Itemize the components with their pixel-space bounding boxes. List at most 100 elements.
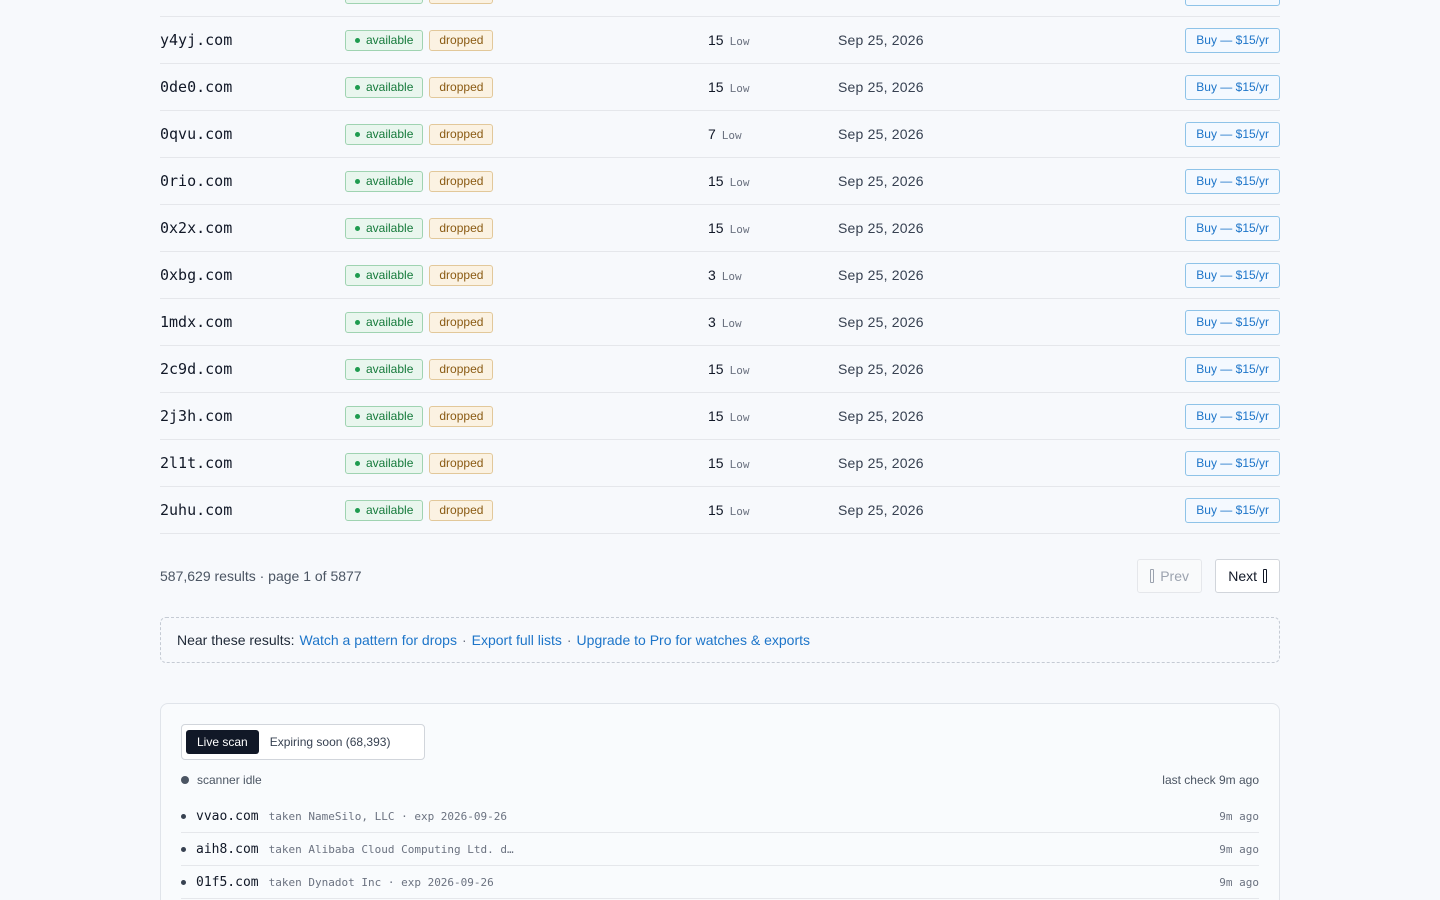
status-dot-icon <box>355 84 360 90</box>
available-badge: available <box>345 264 424 286</box>
bullet-icon <box>181 813 186 819</box>
expiry-date: Sep 25, 2026 <box>838 361 924 377</box>
expiry-date: Sep 25, 2026 <box>838 79 924 95</box>
score: 15 Low <box>708 408 750 424</box>
note-label: Near these results: <box>177 632 295 648</box>
dropped-badge: dropped <box>429 311 494 333</box>
status-dot-icon <box>355 272 360 278</box>
tab-live-scan[interactable]: Live scan <box>186 730 259 754</box>
feed-time: 9m ago <box>1219 875 1259 889</box>
score: 3 Low <box>708 314 742 330</box>
domain-name[interactable]: 0x2x.com <box>160 219 232 237</box>
domain-name[interactable]: 2uhu.com <box>160 501 232 519</box>
feed-info: taken NameSilo, LLC · exp 2026-09-26 <box>268 809 508 823</box>
domain-name[interactable]: 1mdx.com <box>160 313 232 331</box>
expiry-date: Sep 25, 2026 <box>838 455 924 471</box>
domain-name[interactable]: 2l1t.com <box>160 454 232 472</box>
list-item: vvao.com taken NameSilo, LLC · exp 2026-… <box>181 800 1259 833</box>
status-badges: available dropped <box>345 217 494 239</box>
table-row: 2uhu.com available dropped 15 Low Sep 25,… <box>160 487 1280 534</box>
status-badges: available dropped <box>345 123 494 145</box>
buy-button[interactable]: Buy — $15/yr <box>1185 121 1280 147</box>
domain-name[interactable]: y4yj.com <box>160 31 232 49</box>
table-row: 2l1t.com available dropped 15 Low Sep 25,… <box>160 440 1280 487</box>
available-badge: available <box>345 170 424 192</box>
domain-name[interactable]: 0rio.com <box>160 172 232 190</box>
status-badges: available dropped <box>345 264 494 286</box>
buy-button[interactable]: Buy — $15/yr <box>1185 403 1280 429</box>
feed-domain[interactable]: vvao.com <box>196 809 259 824</box>
table-row-partial: available dropped Buy — $15/yr <box>160 0 1280 17</box>
feed-time: 9m ago <box>1219 809 1259 823</box>
available-badge: available <box>345 311 424 333</box>
dropped-badge: dropped <box>429 0 494 4</box>
score: 15 Low <box>708 79 750 95</box>
domain-name[interactable]: 0qvu.com <box>160 125 232 143</box>
feed-time: 9m ago <box>1219 842 1259 856</box>
status-dot-icon <box>355 460 360 466</box>
prev-icon <box>1150 569 1155 583</box>
status-badges: available dropped <box>345 499 494 521</box>
next-page-button[interactable]: Next <box>1215 559 1280 593</box>
buy-button[interactable]: Buy — $15/yr <box>1185 0 1280 6</box>
buy-button[interactable]: Buy — $15/yr <box>1185 168 1280 194</box>
score: 3 Low <box>708 267 742 283</box>
expiry-date: Sep 25, 2026 <box>838 267 924 283</box>
status-badges: available dropped <box>345 405 494 427</box>
pagination: 587,629 results · page 1 of 5877 Prev Ne… <box>160 559 1280 593</box>
expiry-date: Sep 25, 2026 <box>838 408 924 424</box>
score: 15 Low <box>708 173 750 189</box>
feed-domain[interactable]: aih8.com <box>196 842 259 857</box>
buy-button[interactable]: Buy — $15/yr <box>1185 27 1280 53</box>
domain-name[interactable]: 0xbg.com <box>160 266 232 284</box>
expiry-date: Sep 25, 2026 <box>838 126 924 142</box>
watch-pattern-link[interactable]: Watch a pattern for drops <box>300 632 457 648</box>
available-badge: available <box>345 452 424 474</box>
table-row: 2j3h.com available dropped 15 Low Sep 25,… <box>160 393 1280 440</box>
scan-feed: vvao.com taken NameSilo, LLC · exp 2026-… <box>181 800 1259 899</box>
status-dot-icon <box>355 37 360 43</box>
status-badges: available dropped <box>345 170 494 192</box>
status-badges: available dropped <box>345 452 494 474</box>
feed-info: taken Dynadot Inc · exp 2026-09-26 <box>268 875 494 889</box>
dropped-badge: dropped <box>429 217 494 239</box>
available-badge: available <box>345 29 424 51</box>
buy-button[interactable]: Buy — $15/yr <box>1185 309 1280 335</box>
feed-domain[interactable]: 01f5.com <box>196 875 259 890</box>
status-dot-icon <box>355 319 360 325</box>
status-dot-icon <box>181 776 189 784</box>
buy-button[interactable]: Buy — $15/yr <box>1185 215 1280 241</box>
dropped-badge: dropped <box>429 29 494 51</box>
expiry-date: Sep 25, 2026 <box>838 502 924 518</box>
domain-name[interactable]: 2c9d.com <box>160 360 232 378</box>
status-dot-icon <box>355 225 360 231</box>
score: 15 Low <box>708 455 750 471</box>
scan-tabs: Live scan Expiring soon (68,393) <box>181 724 425 760</box>
buy-button[interactable]: Buy — $15/yr <box>1185 450 1280 476</box>
buy-button[interactable]: Buy — $15/yr <box>1185 262 1280 288</box>
bullet-icon <box>181 879 186 885</box>
results-summary: 587,629 results · page 1 of 5877 <box>160 568 362 584</box>
status-badges: available dropped <box>345 0 494 4</box>
score: 15 Low <box>708 502 750 518</box>
domain-name[interactable]: 0de0.com <box>160 78 232 96</box>
score: 15 Low <box>708 220 750 236</box>
domain-name[interactable]: 2j3h.com <box>160 407 232 425</box>
available-badge: available <box>345 76 424 98</box>
available-badge: available <box>345 499 424 521</box>
buy-button[interactable]: Buy — $15/yr <box>1185 74 1280 100</box>
dropped-badge: dropped <box>429 452 494 474</box>
buy-button[interactable]: Buy — $15/yr <box>1185 497 1280 523</box>
table-row: 2c9d.com available dropped 15 Low Sep 25,… <box>160 346 1280 393</box>
buy-button[interactable]: Buy — $15/yr <box>1185 356 1280 382</box>
dropped-badge: dropped <box>429 405 494 427</box>
expiry-date: Sep 25, 2026 <box>838 173 924 189</box>
prev-page-button[interactable]: Prev <box>1137 559 1202 593</box>
upgrade-pro-link[interactable]: Upgrade to Pro for watches & exports <box>577 632 810 648</box>
export-lists-link[interactable]: Export full lists <box>472 632 562 648</box>
table-row: y4yj.com available dropped 15 Low Sep 25,… <box>160 17 1280 64</box>
next-icon <box>1263 569 1267 583</box>
tab-expiring-soon[interactable]: Expiring soon (68,393) <box>259 730 402 754</box>
live-scan-panel: Live scan Expiring soon (68,393) scanner… <box>160 703 1280 900</box>
available-badge: available <box>345 123 424 145</box>
